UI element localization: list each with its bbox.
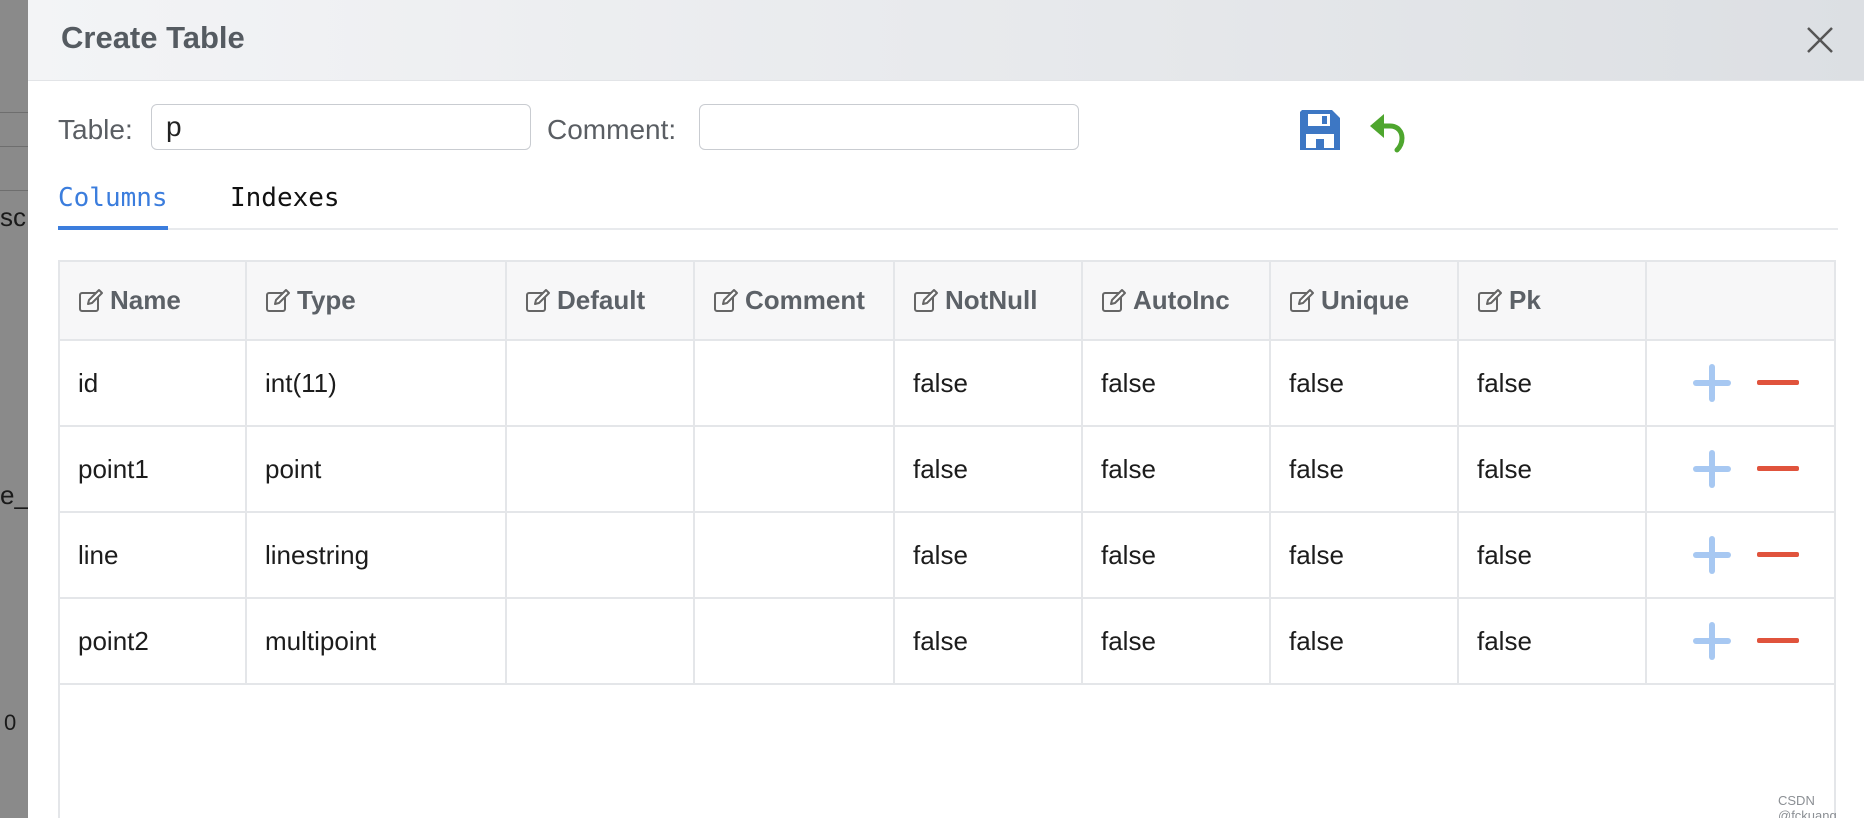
cell-notnull[interactable]: false (894, 426, 1083, 513)
cell-notnull[interactable]: false (894, 598, 1083, 685)
columns-table: Name Type Default Comment NotNull AutoIn… (60, 262, 1834, 685)
cell-actions (1646, 340, 1834, 427)
column-header-autoinc[interactable]: AutoInc (1082, 262, 1271, 341)
edit-icon (266, 288, 290, 312)
column-header-label: Type (297, 285, 356, 315)
comment-label: Comment: (547, 114, 677, 145)
column-header-comment[interactable]: Comment (694, 262, 895, 341)
save-icon[interactable] (1296, 106, 1344, 154)
table-row: line linestring false false false false (60, 512, 1834, 599)
column-header-label: Pk (1509, 285, 1541, 315)
cell-name[interactable]: point1 (60, 426, 247, 513)
edit-icon (1478, 288, 1502, 312)
cell-default[interactable] (506, 512, 695, 599)
cell-autoinc[interactable]: false (1082, 512, 1271, 599)
dialog-header: Create Table (28, 0, 1864, 81)
column-header-label: AutoInc (1133, 285, 1230, 315)
cell-type[interactable]: multipoint (246, 598, 507, 685)
cell-autoinc[interactable]: false (1082, 426, 1271, 513)
cell-default[interactable] (506, 340, 695, 427)
cell-default[interactable] (506, 598, 695, 685)
table-row: point2 multipoint false false false fals… (60, 598, 1834, 685)
column-header-name[interactable]: Name (60, 262, 247, 341)
edit-icon (914, 288, 938, 312)
edit-icon (1290, 288, 1314, 312)
minus-icon[interactable] (1755, 532, 1801, 578)
cell-pk[interactable]: false (1458, 512, 1647, 599)
background-text: 0 (4, 710, 17, 735)
create-table-dialog: Create Table Table: Comment: Columns Ind… (28, 0, 1864, 818)
plus-icon[interactable] (1689, 446, 1735, 492)
column-header-type[interactable]: Type (246, 262, 507, 341)
cell-name[interactable]: line (60, 512, 247, 599)
minus-icon[interactable] (1755, 446, 1801, 492)
header-row: Name Type Default Comment NotNull AutoIn… (60, 262, 1834, 341)
cell-notnull[interactable]: false (894, 340, 1083, 427)
cell-name[interactable]: point2 (60, 598, 247, 685)
edit-icon (79, 288, 103, 312)
edit-icon (526, 288, 550, 312)
cell-unique[interactable]: false (1270, 426, 1459, 513)
table-row: id int(11) false false false false (60, 340, 1834, 427)
column-header-label: Default (557, 285, 646, 315)
cell-comment[interactable] (694, 426, 895, 513)
cell-unique[interactable]: false (1270, 512, 1459, 599)
cell-unique[interactable]: false (1270, 598, 1459, 685)
cell-comment[interactable] (694, 598, 895, 685)
plus-icon[interactable] (1689, 532, 1735, 578)
cell-pk[interactable]: false (1458, 340, 1647, 427)
table-row: point1 point false false false false (60, 426, 1834, 513)
cell-comment[interactable] (694, 340, 895, 427)
column-header-default[interactable]: Default (506, 262, 695, 341)
table-name-label: Table: (58, 114, 133, 145)
dialog-title: Create Table (61, 20, 245, 55)
table-name-input[interactable] (151, 104, 531, 150)
cell-actions (1646, 512, 1834, 599)
comment-input[interactable] (699, 104, 1079, 150)
column-header-unique[interactable]: Unique (1270, 262, 1459, 341)
cell-actions (1646, 598, 1834, 685)
cell-pk[interactable]: false (1458, 426, 1647, 513)
edit-icon (1102, 288, 1126, 312)
cell-type[interactable]: point (246, 426, 507, 513)
cell-type[interactable]: int(11) (246, 340, 507, 427)
plus-icon[interactable] (1689, 618, 1735, 664)
edit-icon (714, 288, 738, 312)
cell-comment[interactable] (694, 512, 895, 599)
background-text: sc (0, 202, 26, 232)
column-header-pk[interactable]: Pk (1458, 262, 1647, 341)
undo-icon[interactable] (1364, 106, 1412, 154)
column-header-label: Unique (1321, 285, 1410, 315)
cell-type[interactable]: linestring (246, 512, 507, 599)
column-header-label: NotNull (945, 285, 1038, 315)
minus-icon[interactable] (1755, 618, 1801, 664)
column-header-actions (1646, 262, 1834, 341)
column-header-label: Name (110, 285, 181, 315)
cell-default[interactable] (506, 426, 695, 513)
cell-notnull[interactable]: false (894, 512, 1083, 599)
cell-name[interactable]: id (60, 340, 247, 427)
tab-bar: Columns Indexes (58, 178, 1838, 230)
cell-autoinc[interactable]: false (1082, 340, 1271, 427)
minus-icon[interactable] (1755, 360, 1801, 406)
close-icon[interactable] (1800, 20, 1840, 60)
cell-pk[interactable]: false (1458, 598, 1647, 685)
watermark: CSDN @fckuang (1778, 793, 1837, 818)
plus-icon[interactable] (1689, 360, 1735, 406)
cell-autoinc[interactable]: false (1082, 598, 1271, 685)
column-header-label: Comment (745, 285, 865, 315)
tab-indexes[interactable]: Indexes (230, 178, 340, 228)
cell-actions (1646, 426, 1834, 513)
columns-grid: Name Type Default Comment NotNull AutoIn… (58, 260, 1836, 818)
cell-unique[interactable]: false (1270, 340, 1459, 427)
column-header-notnull[interactable]: NotNull (894, 262, 1083, 341)
tab-columns[interactable]: Columns (58, 178, 168, 230)
